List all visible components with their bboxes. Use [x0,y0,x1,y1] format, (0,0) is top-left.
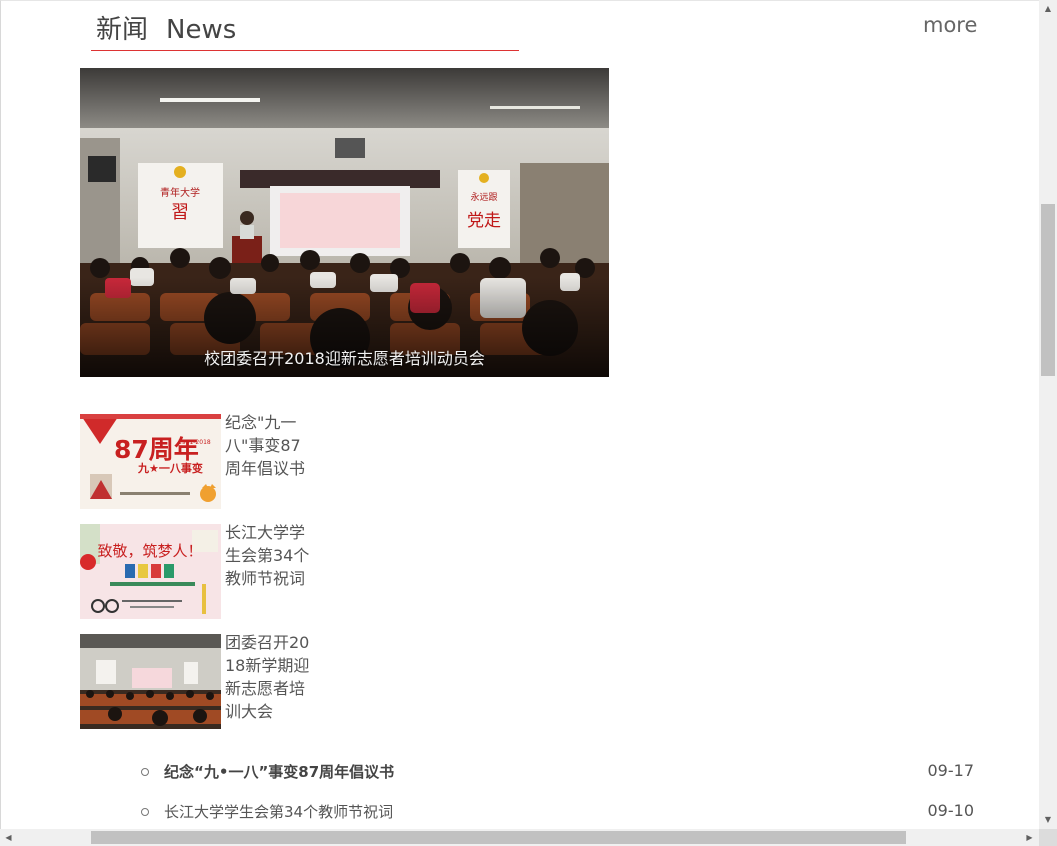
volunteer-meeting-photo [80,634,221,729]
thumb-title-teachers-day[interactable]: 长江大学学生会第34个教师节祝词 [225,521,315,590]
page-viewport: 新闻 News more 青年大学 習 永远跟 党走 校团委召开2018迎新志愿… [0,0,1039,829]
thumb-image-volunteer-meeting[interactable] [80,634,221,729]
list-item[interactable]: 长江大学学生会第34个教师节祝词 09-10 [141,799,981,829]
section-title-cn: 新闻 [96,15,149,45]
poster-918-subtitle: 九★一八事变 [137,461,203,475]
bullet-circle-icon [141,808,149,816]
poster-teachers-headline: 致敬，筑梦人！ [97,542,202,560]
feature-photo-hall: 青年大学 習 永远跟 党走 [80,68,609,377]
list-item-date: 09-10 [927,801,975,820]
more-link[interactable]: more [923,13,977,37]
section-title-en: News [166,15,237,45]
vertical-scroll-thumb[interactable] [1041,204,1055,376]
news-section-header: 新闻 News [91,1,519,51]
news-text-list: 纪念“九•一八”事变87周年倡议书 09-17 长江大学学生会第34个教师节祝词… [141,759,981,829]
scroll-down-arrow-icon[interactable]: ▼ [1039,811,1057,829]
svg-text:青年大学: 青年大学 [160,186,200,199]
scrollbar-corner [1039,829,1057,846]
list-item[interactable]: 纪念“九•一八”事变87周年倡议书 09-17 [141,759,981,799]
svg-text:習: 習 [171,202,189,223]
list-item-title[interactable]: 长江大学学生会第34个教师节祝词 [164,801,393,822]
svg-text:永远跟: 永远跟 [470,191,497,203]
section-title: 新闻 News [96,9,236,46]
thumb-image-teachers-day[interactable]: 致敬，筑梦人！ [80,524,221,619]
feature-caption[interactable]: 校团委召开2018迎新志愿者培训动员会 [80,345,609,369]
poster-teachers-day-image: 致敬，筑梦人！ [80,524,221,619]
list-item-title[interactable]: 纪念“九•一八”事变87周年倡议书 [164,761,394,782]
horizontal-scroll-thumb[interactable] [91,831,906,844]
scroll-right-arrow-icon[interactable]: ▶ [1021,829,1038,846]
bullet-circle-icon [141,768,149,776]
svg-text:党走: 党走 [467,211,501,231]
thumb-title-918[interactable]: 纪念"九一八"事变87周年倡议书 [225,411,315,480]
list-item-date: 09-17 [927,761,975,780]
scroll-up-arrow-icon[interactable]: ▲ [1039,0,1057,18]
thumb-title-volunteer-meeting[interactable]: 团委召开2018新学期迎新志愿者培训大会 [225,631,315,723]
scroll-left-arrow-icon[interactable]: ◀ [0,829,17,846]
poster-918-years: 1931-2018 [178,439,211,446]
thumb-image-918[interactable]: 87周年 1931-2018 九★一八事变 [80,414,221,509]
featured-news-image[interactable]: 青年大学 習 永远跟 党走 校团委召开2018迎新志愿者培训动员会 [80,68,609,377]
vertical-scrollbar[interactable]: ▲ ▼ [1039,0,1057,829]
poster-918-image: 87周年 1931-2018 九★一八事变 [80,414,221,509]
horizontal-scrollbar[interactable]: ◀ ▶ [0,829,1039,846]
